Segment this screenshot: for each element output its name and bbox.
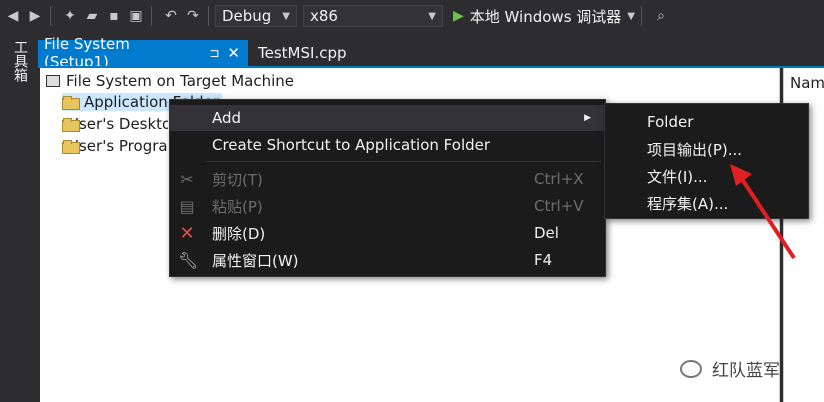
submenu-item-label: Folder	[647, 113, 694, 131]
submenu-item-folder[interactable]: Folder	[605, 109, 808, 135]
toolbox-tab[interactable]: 工具箱	[10, 40, 30, 82]
chevron-down-icon: ▼	[282, 11, 290, 22]
toolbox-strip: 工具箱	[0, 32, 36, 402]
wechat-logo-icon	[680, 359, 702, 378]
tab-testmsi[interactable]: TestMSI.cpp	[248, 40, 356, 66]
arrow-shaft	[738, 174, 796, 260]
computer-icon	[46, 75, 60, 87]
document-tabs: File System (Setup1) ⊐ ✕ TestMSI.cpp	[38, 35, 356, 71]
run-debugger-label: 本地 Windows 调试器	[469, 7, 622, 26]
toolbar-separator	[151, 6, 152, 26]
column-header-name[interactable]: Name	[784, 68, 824, 92]
toolbar-separator	[50, 6, 51, 26]
tree-item-users-desktop[interactable]: User's Desktop	[62, 115, 168, 133]
context-menu: Add ▶ Create Shortcut to Application Fol…	[169, 99, 606, 277]
delete-icon: ✕	[179, 222, 195, 244]
arrow-head	[730, 164, 752, 186]
folder-icon	[62, 96, 80, 110]
toolbar: ◀ ▶ ✦ ▰ ▪ ▣ ↶ ↷ Debug ▼ x86 ▼ ▶ 本地 Windo…	[0, 0, 824, 32]
toolbar-separator	[640, 6, 642, 26]
submenu-arrow-icon: ▶	[584, 113, 591, 123]
platform-value: x86	[310, 7, 338, 25]
paste-icon: ▤	[179, 196, 195, 216]
tree-root-label: File System on Target Machine	[66, 72, 294, 90]
wrench-icon: 🔧︎	[178, 250, 199, 270]
pin-icon[interactable]: ⊐	[209, 46, 219, 60]
redo-icon[interactable]: ↷	[184, 7, 202, 25]
forward-icon[interactable]: ▶	[26, 7, 44, 25]
menu-item-shortcut: Ctrl+X	[534, 170, 584, 188]
toolbar-separator	[208, 6, 209, 26]
menu-item-paste[interactable]: ▤ 粘贴(P) Ctrl+V	[170, 193, 605, 219]
menu-item-delete[interactable]: ✕ 删除(D) Del	[170, 220, 605, 246]
submenu-item-label: 项目输出(P)...	[647, 140, 743, 159]
menu-item-shortcut: Ctrl+V	[534, 197, 584, 215]
new-item-icon[interactable]: ✦	[61, 7, 79, 25]
menu-separator	[206, 161, 601, 162]
find-icon[interactable]: ⌕	[652, 7, 670, 25]
menu-item-properties[interactable]: 🔧︎ 属性窗口(W) F4	[170, 247, 605, 273]
solution-config-value: Debug	[222, 7, 272, 25]
chevron-down-icon[interactable]: ▼	[627, 11, 635, 22]
watermark-text: 红队蓝军	[712, 361, 780, 381]
tree-item-users-programs-menu[interactable]: User's Programs Menu	[62, 137, 168, 155]
tab-file-system[interactable]: File System (Setup1) ⊐ ✕	[38, 35, 248, 71]
menu-item-shortcut: F4	[534, 251, 553, 269]
chevron-down-icon: ▼	[428, 11, 436, 22]
menu-item-label: Create Shortcut to Application Folder	[212, 136, 491, 154]
back-icon[interactable]: ◀	[4, 7, 22, 25]
menu-item-create-shortcut[interactable]: Create Shortcut to Application Folder	[170, 132, 605, 158]
menu-item-label: 属性窗口(W)	[212, 251, 299, 270]
tree-item-label: User's Programs Menu	[68, 137, 168, 155]
save-icon[interactable]: ▪	[105, 7, 123, 25]
tab-label: TestMSI.cpp	[258, 44, 347, 62]
close-icon[interactable]: ✕	[227, 44, 240, 62]
menu-item-label: 粘贴(P)	[212, 197, 263, 216]
menu-item-add[interactable]: Add ▶	[170, 105, 605, 131]
watermark: 红队蓝军	[680, 356, 780, 381]
tree-item-label: User's Desktop	[68, 115, 168, 133]
menu-item-shortcut: Del	[534, 224, 559, 242]
menu-item-label: 剪切(T)	[212, 170, 263, 189]
platform-select[interactable]: x86 ▼	[303, 5, 443, 27]
menu-item-cut[interactable]: ✂ 剪切(T) Ctrl+X	[170, 166, 605, 192]
save-all-icon[interactable]: ▣	[127, 7, 145, 25]
play-icon: ▶	[453, 8, 464, 24]
scissors-icon: ✂	[180, 169, 194, 189]
annotation-arrow-icon	[730, 164, 796, 260]
run-debugger-button[interactable]: ▶ 本地 Windows 调试器 ▼	[453, 6, 635, 27]
submenu-item-project-output[interactable]: 项目输出(P)...	[605, 136, 808, 162]
solution-config-select[interactable]: Debug ▼	[215, 5, 297, 27]
open-folder-icon[interactable]: ▰	[83, 7, 101, 25]
submenu-item-label: 文件(I)...	[647, 167, 708, 186]
menu-item-label: 删除(D)	[212, 224, 266, 243]
submenu-item-label: 程序集(A)...	[647, 194, 729, 213]
menu-item-label: Add	[212, 109, 242, 127]
tree-root[interactable]: File System on Target Machine	[46, 72, 294, 90]
undo-icon[interactable]: ↶	[162, 7, 180, 25]
